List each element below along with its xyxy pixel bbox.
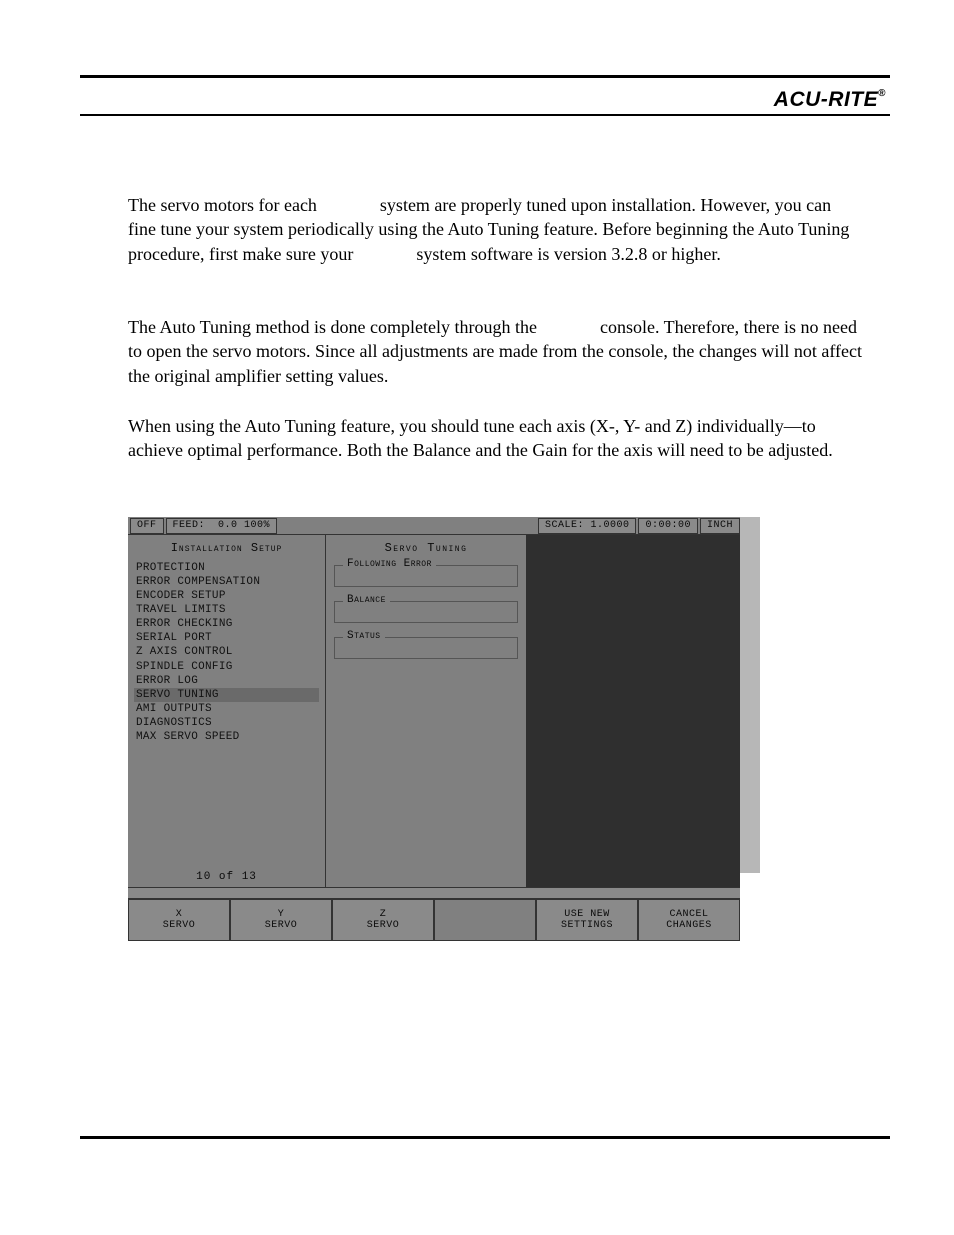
feed-value: 0.0 100%: [218, 520, 270, 531]
sk-line2: Servo: [163, 920, 196, 932]
menu-item[interactable]: Travel Limits: [134, 603, 319, 617]
menu-item[interactable]: Diagnostics: [134, 716, 319, 730]
panel-title: Servo Tuning: [326, 535, 526, 559]
softkey-x-servo[interactable]: X Servo: [128, 899, 230, 941]
menu-item[interactable]: Z Axis Control: [134, 645, 319, 659]
screenshot-shadow: [740, 517, 760, 873]
units-readout: INCH: [700, 518, 740, 534]
menu-item-selected[interactable]: Servo Tuning: [134, 688, 319, 702]
menu-item[interactable]: Error Log: [134, 674, 319, 688]
time-readout: 0:00:00: [638, 518, 698, 534]
group-balance: Balance: [334, 601, 518, 623]
brand-mark: ®: [878, 88, 886, 99]
menu-item[interactable]: Max Servo Speed: [134, 730, 319, 744]
separator: [128, 887, 740, 899]
group-following-error: Following Error: [334, 565, 518, 587]
menu-item[interactable]: Error Checking: [134, 617, 319, 631]
rule-bottom: [80, 1136, 890, 1139]
status-bar: OFF FEED: 0.0 100% SCALE: 1.0000 0:00:00…: [128, 517, 740, 535]
rule-under-brand: [80, 114, 890, 116]
sk-line2: Changes: [666, 920, 712, 932]
softkey-y-servo[interactable]: Y Servo: [230, 899, 332, 941]
sk-line1: X: [176, 909, 183, 921]
setup-menu: Protection Error Compensation Encoder Se…: [128, 559, 325, 869]
menu-page-indicator: 10 of 13: [128, 869, 325, 887]
menu-item[interactable]: Serial Port: [134, 631, 319, 645]
servo-tuning-panel: Servo Tuning Following Error Balance Sta…: [326, 535, 526, 887]
group-label: Balance: [343, 594, 390, 606]
softkey-empty: [434, 899, 536, 941]
softkey-cancel-changes[interactable]: Cancel Changes: [638, 899, 740, 941]
sk-line2: Servo: [265, 920, 298, 932]
sk-line1: Cancel: [669, 909, 708, 921]
feed-readout: FEED: 0.0 100%: [166, 518, 278, 534]
console-screenshot: OFF FEED: 0.0 100% SCALE: 1.0000 0:00:00…: [128, 517, 740, 941]
sk-line2: Servo: [367, 920, 400, 932]
sk-line1: Y: [278, 909, 285, 921]
softkey-row: X Servo Y Servo Z Servo Use New Settings: [128, 899, 740, 941]
group-label: Status: [343, 630, 385, 642]
sk-line2: Settings: [561, 920, 613, 932]
menu-item[interactable]: Encoder Setup: [134, 589, 319, 603]
dark-area: [526, 535, 740, 887]
menu-item[interactable]: Spindle Config: [134, 660, 319, 674]
menu-item[interactable]: AMI Outputs: [134, 702, 319, 716]
menu-item[interactable]: Error Compensation: [134, 575, 319, 589]
paragraph-3: When using the Auto Tuning feature, you …: [128, 414, 862, 463]
paragraph-2: The Auto Tuning method is done completel…: [128, 315, 862, 388]
rule-top: [80, 75, 890, 78]
off-button[interactable]: OFF: [130, 518, 164, 534]
paragraph-1: The servo motors for each system are pro…: [128, 193, 862, 266]
brand-logo: ACU-RITE®: [774, 88, 886, 112]
group-status: Status: [334, 637, 518, 659]
softkey-use-new-settings[interactable]: Use New Settings: [536, 899, 638, 941]
feed-label: FEED:: [173, 520, 206, 531]
setup-menu-column: Installation Setup Protection Error Comp…: [128, 535, 326, 887]
sk-line1: Z: [380, 909, 387, 921]
setup-menu-title: Installation Setup: [128, 535, 325, 559]
group-label: Following Error: [343, 558, 436, 570]
menu-item[interactable]: Protection: [134, 561, 319, 575]
softkey-z-servo[interactable]: Z Servo: [332, 899, 434, 941]
brand-text: ACU-RITE: [774, 88, 878, 111]
scale-readout: SCALE: 1.0000: [538, 518, 637, 534]
sk-line1: Use New: [564, 909, 610, 921]
